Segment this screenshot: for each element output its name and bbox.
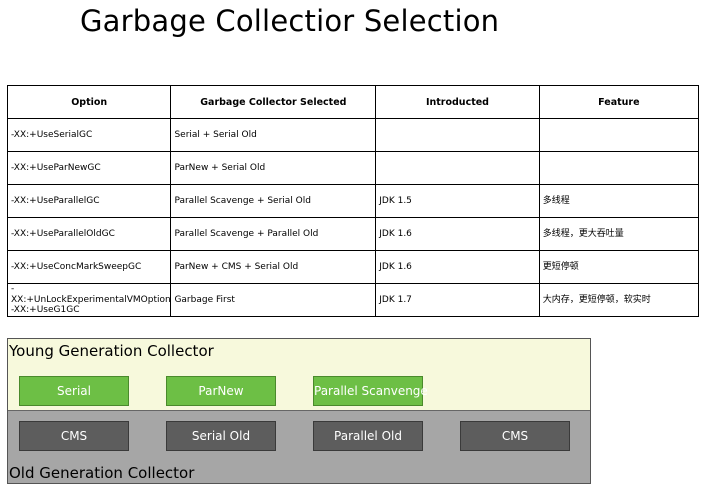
option-text: -XX:+UseParNewGC	[11, 162, 101, 173]
header-option: Option	[6, 85, 172, 119]
option-cell: -XX:+UseParallelOldGC	[6, 217, 172, 251]
gc-options-table: Option Garbage Collector Selected Introd…	[6, 85, 700, 317]
option-text: -XX:+UnLockExperimentalVMOption	[11, 284, 171, 305]
young-generation-panel: Young Generation Collector Serial ParNew…	[8, 339, 590, 411]
introduced-cell: JDK 1.7	[375, 283, 540, 317]
option-text: -XX:+UseParallelGC	[11, 195, 100, 206]
introduced-cell: JDK 1.6	[375, 217, 540, 251]
table-row: -XX:+UseSerialGC Serial + Serial Old	[6, 118, 700, 152]
feature-cell	[538, 151, 700, 185]
collector-cell: ParNew + CMS + Serial Old	[170, 250, 377, 284]
old-generation-label: Old Generation Collector	[9, 464, 195, 482]
old-collector-serial-old: Serial Old	[166, 421, 276, 451]
table-header-row: Option Garbage Collector Selected Introd…	[6, 85, 700, 119]
table-row: -XX:+UnLockExperimentalVMOption -XX:+Use…	[6, 283, 700, 317]
collector-cell: Garbage First	[170, 283, 377, 317]
feature-cell: 多线程	[538, 184, 700, 218]
feature-cell	[538, 118, 700, 152]
table-row: -XX:+UseParNewGC ParNew + Serial Old	[6, 151, 700, 185]
option-text: -XX:+UseG1GC	[11, 305, 80, 316]
old-collector-cms: CMS	[19, 421, 129, 451]
table-row: -XX:+UseConcMarkSweepGC ParNew + CMS + S…	[6, 250, 700, 284]
old-collector-cms-2: CMS	[460, 421, 570, 451]
option-text: -XX:+UseSerialGC	[11, 129, 93, 140]
introduced-cell: JDK 1.5	[375, 184, 540, 218]
old-collector-parallel-old: Parallel Old	[313, 421, 423, 451]
collector-cell: Serial + Serial Old	[170, 118, 377, 152]
table-row: -XX:+UseParallelGC Parallel Scavenge + S…	[6, 184, 700, 218]
option-cell: -XX:+UseParallelGC	[6, 184, 172, 218]
option-text: -XX:+UseParallelOldGC	[11, 228, 115, 239]
header-collector: Garbage Collector Selected	[170, 85, 377, 119]
collector-cell: ParNew + Serial Old	[170, 151, 377, 185]
option-cell: -XX:+UseParNewGC	[6, 151, 172, 185]
introduced-cell	[375, 151, 540, 185]
feature-cell: 更短停顿	[538, 250, 700, 284]
young-generation-label: Young Generation Collector	[9, 342, 214, 360]
feature-cell: 大内存，更短停顿，软实时	[538, 283, 700, 317]
collector-cell: Parallel Scavenge + Parallel Old	[170, 217, 377, 251]
header-feature: Feature	[538, 85, 700, 119]
option-cell: -XX:+UseConcMarkSweepGC	[6, 250, 172, 284]
feature-cell: 多线程，更大吞吐量	[538, 217, 700, 251]
header-introduced: Introducted	[375, 85, 540, 119]
young-collector-serial: Serial	[19, 376, 129, 406]
option-text: -XX:+UseConcMarkSweepGC	[11, 261, 142, 272]
collector-cell: Parallel Scavenge + Serial Old	[170, 184, 377, 218]
old-generation-panel: CMS Serial Old Parallel Old CMS Old Gene…	[8, 411, 590, 483]
introduced-cell: JDK 1.6	[375, 250, 540, 284]
introduced-cell	[375, 118, 540, 152]
young-collector-parnew: ParNew	[166, 376, 276, 406]
option-cell: -XX:+UseSerialGC	[6, 118, 172, 152]
table-row: -XX:+UseParallelOldGC Parallel Scavenge …	[6, 217, 700, 251]
young-collector-parallel-scavenge: Parallel Scanvenge	[313, 376, 428, 406]
page-title: Garbage Collectior Selection	[80, 4, 500, 38]
option-cell: -XX:+UnLockExperimentalVMOption -XX:+Use…	[6, 283, 172, 317]
collector-diagram: Young Generation Collector Serial ParNew…	[7, 338, 591, 484]
